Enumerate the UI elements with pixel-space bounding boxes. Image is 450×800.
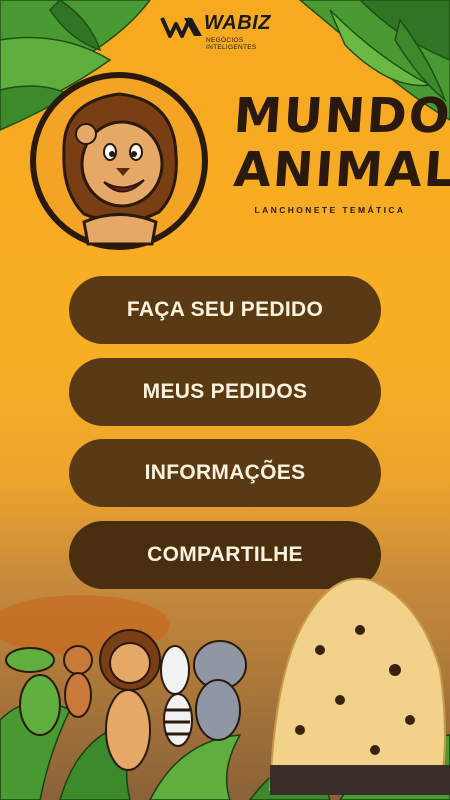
crocodile-character bbox=[5, 647, 61, 736]
monkey-character bbox=[63, 645, 93, 718]
order-button[interactable]: FAÇA SEU PEDIDO bbox=[69, 276, 381, 344]
brand-tagline: NEGÓCIOS INTELIGENTES bbox=[206, 37, 257, 51]
wabiz-logo-icon bbox=[160, 17, 202, 38]
food-pile-image bbox=[268, 577, 450, 795]
home-screen: WABIZ NEGÓCIOS INTELIGENTES MUNDO ANIMAL… bbox=[0, 0, 450, 800]
information-button[interactable]: INFORMAÇÕES bbox=[69, 439, 381, 507]
wabiz-brand: WABIZ NEGÓCIOS INTELIGENTES bbox=[160, 12, 295, 52]
zebra-character bbox=[160, 645, 193, 747]
app-subtitle: LANCHONETE TEMÁTICA bbox=[254, 205, 406, 215]
lion-mascot-icon bbox=[30, 72, 208, 250]
app-title: MUNDO ANIMAL bbox=[232, 88, 450, 198]
food-and-characters-scene bbox=[0, 577, 450, 795]
elephant-character bbox=[193, 640, 247, 741]
title-line-1: MUNDO bbox=[232, 88, 450, 144]
my-orders-button[interactable]: MEUS PEDIDOS bbox=[69, 358, 381, 426]
lion-character bbox=[99, 629, 161, 771]
title-line-2: ANIMAL bbox=[232, 142, 450, 198]
brand-name: WABIZ bbox=[204, 12, 271, 34]
